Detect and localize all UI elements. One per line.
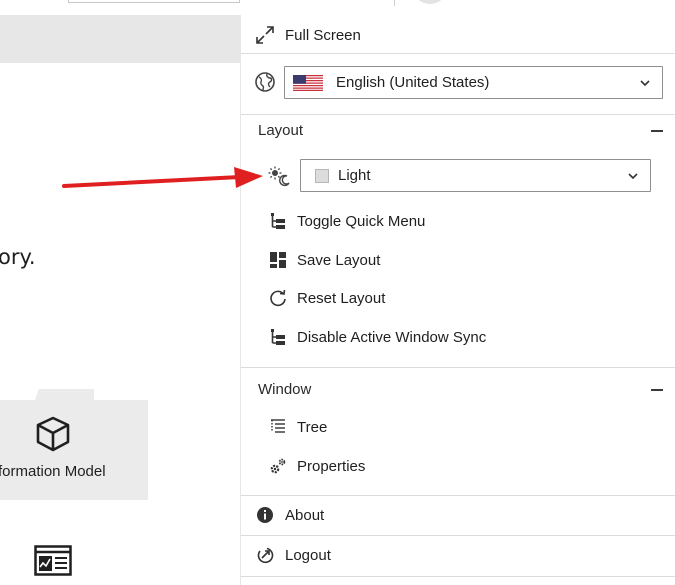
- theme-select[interactable]: Light: [300, 159, 651, 192]
- expand-icon: [254, 24, 276, 46]
- avatar[interactable]: [412, 0, 448, 4]
- about-item[interactable]: About: [241, 503, 675, 527]
- language-select[interactable]: English (United States): [284, 66, 663, 99]
- partial-description-text: ory.: [0, 245, 36, 269]
- info-icon: [254, 504, 276, 526]
- save-layout-label: Save Layout: [297, 251, 381, 269]
- about-label: About: [285, 506, 325, 524]
- logout-item[interactable]: Logout: [241, 543, 675, 567]
- reset-layout-label: Reset Layout: [297, 289, 386, 307]
- collapse-icon[interactable]: [651, 389, 663, 391]
- reset-layout-item[interactable]: Reset Layout: [241, 286, 675, 310]
- tree-label: Tree: [297, 418, 328, 436]
- divider: [241, 495, 675, 496]
- us-flag-icon: [293, 74, 323, 91]
- settings-menu-panel: Full Screen English (United States) Layo…: [240, 15, 675, 585]
- tree-list-icon: [267, 416, 289, 438]
- annotation-arrow: [62, 167, 263, 188]
- logout-icon: [254, 544, 276, 566]
- page-banner: [0, 15, 240, 63]
- divider: [241, 367, 675, 368]
- layout-grid-icon: [267, 249, 289, 271]
- full-screen-item[interactable]: Full Screen: [241, 23, 675, 47]
- save-layout-item[interactable]: Save Layout: [241, 248, 675, 272]
- background-page: ory. formation Model: [0, 0, 240, 585]
- top-search-bar[interactable]: [68, 0, 240, 3]
- divider: [241, 535, 675, 536]
- disable-active-window-sync-item[interactable]: Disable Active Window Sync: [241, 325, 675, 349]
- header-divider: [394, 0, 395, 6]
- dashboard-icon: [34, 545, 72, 576]
- collapse-icon[interactable]: [651, 130, 663, 132]
- language-value: English (United States): [336, 74, 490, 91]
- properties-label: Properties: [297, 457, 366, 475]
- window-section-header[interactable]: Window: [241, 378, 675, 400]
- full-screen-label: Full Screen: [285, 26, 361, 44]
- tree-item[interactable]: Tree: [241, 415, 675, 439]
- divider: [241, 53, 675, 54]
- card-label: formation Model: [0, 463, 106, 480]
- layout-section-header[interactable]: Layout: [241, 119, 675, 141]
- window-section-title: Window: [258, 380, 312, 398]
- toggle-quick-menu-label: Toggle Quick Menu: [297, 212, 426, 230]
- information-model-card[interactable]: [0, 400, 148, 500]
- chevron-down-icon: [628, 173, 638, 180]
- layout-section-title: Layout: [258, 121, 304, 139]
- gears-icon: [267, 455, 289, 477]
- properties-item[interactable]: Properties: [241, 454, 675, 478]
- sun-moon-icon: [267, 164, 291, 188]
- theme-value: Light: [338, 167, 371, 184]
- hierarchy-icon: [267, 210, 289, 232]
- chevron-down-icon: [640, 80, 650, 87]
- reset-icon: [267, 287, 289, 309]
- divider: [241, 576, 675, 577]
- toggle-quick-menu-item[interactable]: Toggle Quick Menu: [241, 209, 675, 233]
- theme-color-swatch: [315, 168, 329, 183]
- logout-label: Logout: [285, 546, 331, 564]
- disable-active-window-sync-label: Disable Active Window Sync: [297, 328, 487, 346]
- cube-icon: [36, 416, 70, 452]
- globe-icon: [254, 71, 276, 93]
- divider: [241, 114, 675, 115]
- hierarchy-icon: [267, 326, 289, 348]
